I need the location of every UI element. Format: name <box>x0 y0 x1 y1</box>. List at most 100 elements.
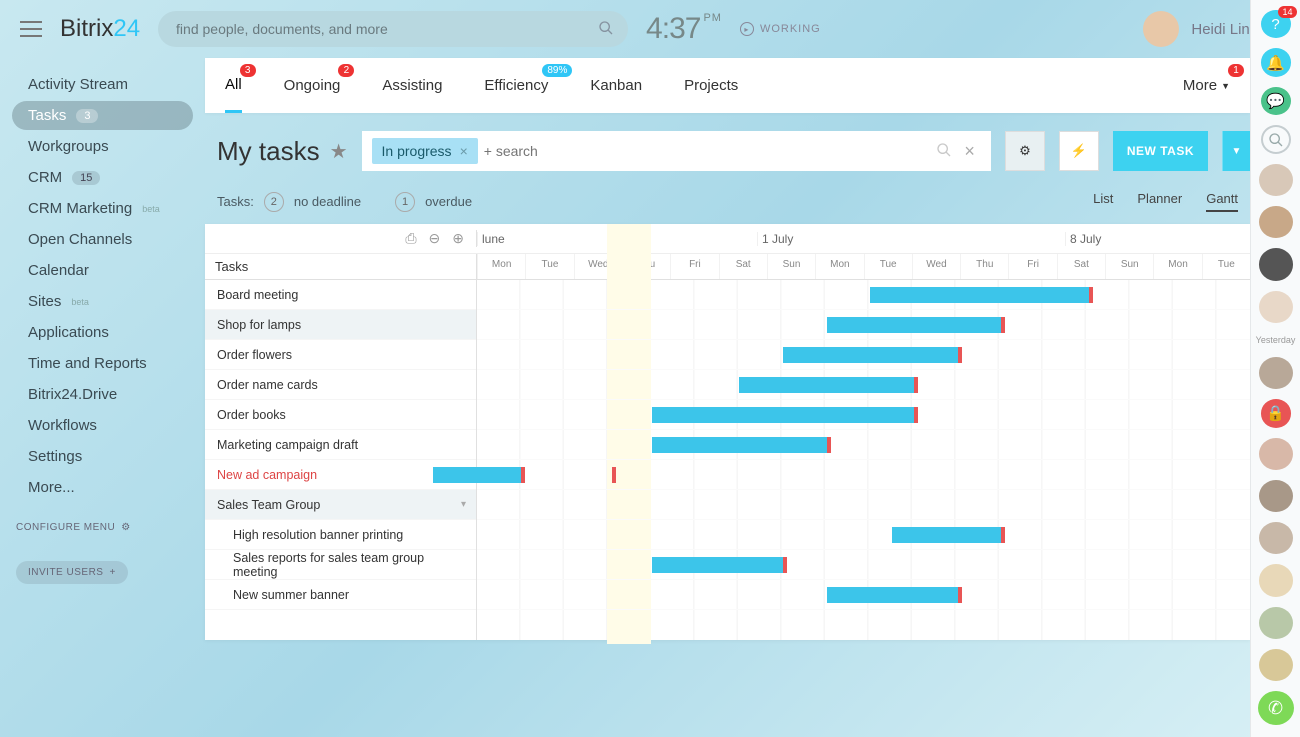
search-rail-button[interactable] <box>1261 125 1291 154</box>
contact-avatar[interactable] <box>1259 522 1293 554</box>
tab-more[interactable]: More ▼ 1 <box>1183 58 1230 113</box>
new-task-button[interactable]: NEW TASK <box>1113 131 1208 171</box>
star-icon[interactable]: ★ <box>330 139 348 164</box>
contact-avatar[interactable] <box>1259 607 1293 639</box>
view-gantt[interactable]: Gantt <box>1206 191 1238 212</box>
notifications-button[interactable]: 🔔 <box>1261 48 1291 76</box>
gantt-bar[interactable] <box>652 437 827 453</box>
tasks-column-header: Tasks <box>205 254 477 279</box>
contact-avatar[interactable] <box>1259 649 1293 681</box>
sidebar-item[interactable]: CRM Marketingbeta <box>12 194 193 223</box>
filter-chip-in-progress[interactable]: In progress × <box>372 138 478 164</box>
day-header: Tue <box>1202 254 1250 279</box>
contact-avatar[interactable] <box>1259 291 1293 323</box>
tab[interactable]: Ongoing2 <box>284 58 341 113</box>
sidebar-item[interactable]: Workgroups <box>12 132 193 161</box>
deadline-marker <box>1001 317 1005 333</box>
gantt-bar[interactable] <box>739 377 914 393</box>
search-icon[interactable] <box>936 142 952 161</box>
gantt-row <box>477 370 1250 400</box>
contact-avatar[interactable] <box>1259 248 1293 280</box>
task-row[interactable]: Sales Team Group <box>205 490 476 520</box>
task-row[interactable]: Order name cards <box>205 370 476 400</box>
chip-remove-icon[interactable]: × <box>460 143 468 159</box>
zoom-out-icon[interactable]: ⊖ <box>429 230 441 247</box>
task-row[interactable]: New summer banner <box>205 580 476 610</box>
contact-avatar[interactable] <box>1259 564 1293 596</box>
user-avatar[interactable] <box>1143 11 1179 47</box>
global-search-input[interactable] <box>176 21 588 37</box>
working-icon: ▸ <box>740 22 754 36</box>
tab[interactable]: Kanban <box>590 58 642 113</box>
clear-filter-icon[interactable]: × <box>964 141 975 162</box>
contact-avatar[interactable] <box>1259 438 1293 470</box>
search-icon[interactable] <box>598 20 614 39</box>
sidebar-item[interactable]: Bitrix24.Drive <box>12 380 193 409</box>
sidebar-item[interactable]: Settings <box>12 442 193 471</box>
gantt-bar[interactable] <box>433 467 520 483</box>
sidebar-item[interactable]: Calendar <box>12 256 193 285</box>
contact-avatar[interactable] <box>1259 164 1293 196</box>
invite-users-button[interactable]: INVITE USERS + <box>16 561 128 584</box>
gantt-bar[interactable] <box>783 347 958 363</box>
sidebar-item[interactable]: Sitesbeta <box>12 287 193 316</box>
gantt-bar[interactable] <box>827 587 958 603</box>
gantt-bar[interactable] <box>652 557 783 573</box>
overdue-label[interactable]: overdue <box>425 194 472 209</box>
settings-button[interactable]: ⚙ <box>1005 131 1045 171</box>
no-deadline-label[interactable]: no deadline <box>294 194 361 209</box>
view-list[interactable]: List <box>1093 191 1113 212</box>
tab[interactable]: Projects <box>684 58 738 113</box>
task-row[interactable]: Marketing campaign draft <box>205 430 476 460</box>
sidebar-item[interactable]: Applications <box>12 318 193 347</box>
filter-search-input[interactable] <box>484 143 931 159</box>
task-row[interactable]: Shop for lamps <box>205 310 476 340</box>
gantt-bar[interactable] <box>827 317 1002 333</box>
task-row[interactable]: High resolution banner printing <box>205 520 476 550</box>
task-row[interactable]: Board meeting <box>205 280 476 310</box>
sidebar-item[interactable]: Workflows <box>12 411 193 440</box>
new-task-dropdown[interactable]: ▼ <box>1222 131 1250 171</box>
gantt-bar[interactable] <box>892 527 1001 543</box>
sidebar-item[interactable]: Open Channels <box>12 225 193 254</box>
no-deadline-count[interactable]: 2 <box>264 192 284 212</box>
filter-box[interactable]: In progress × × <box>362 131 991 171</box>
gantt-row <box>477 400 1250 430</box>
automation-button[interactable]: ⚡ <box>1059 131 1099 171</box>
task-row[interactable]: Order books <box>205 400 476 430</box>
sidebar-item[interactable]: Tasks3 <box>12 101 193 130</box>
day-header: Sun <box>1105 254 1153 279</box>
month-label: 8 July <box>1065 232 1250 246</box>
tab[interactable]: All3 <box>225 58 242 113</box>
global-search[interactable] <box>158 11 628 47</box>
overdue-count[interactable]: 1 <box>395 192 415 212</box>
working-status[interactable]: ▸ WORKING <box>740 22 821 36</box>
deadline-marker <box>958 587 962 603</box>
view-planner[interactable]: Planner <box>1137 191 1182 212</box>
sidebar-item[interactable]: CRM15 <box>12 163 193 192</box>
month-label: 1 July <box>757 232 1065 246</box>
chevron-down-icon: ▼ <box>1221 81 1230 91</box>
sidebar: Activity StreamTasks3WorkgroupsCRM15CRM … <box>0 58 205 737</box>
lock-button[interactable]: 🔒 <box>1261 399 1291 427</box>
sidebar-item[interactable]: More... <box>12 473 193 502</box>
print-icon[interactable]: ⎙ <box>405 230 416 247</box>
contact-avatar[interactable] <box>1259 357 1293 389</box>
task-row[interactable]: Sales reports for sales team group meeti… <box>205 550 476 580</box>
contact-avatar[interactable] <box>1259 206 1293 238</box>
sidebar-item[interactable]: Activity Stream <box>12 70 193 99</box>
configure-menu-button[interactable]: CONFIGURE MENU ⚙ <box>16 522 189 533</box>
chat-button[interactable]: 💬 <box>1261 87 1291 115</box>
gantt-bar[interactable] <box>652 407 914 423</box>
contact-avatar[interactable] <box>1259 480 1293 512</box>
help-button[interactable]: ?14 <box>1261 10 1291 38</box>
tab[interactable]: Efficiency89% <box>484 58 548 113</box>
phone-button[interactable]: ✆ <box>1258 691 1294 725</box>
tab[interactable]: Assisting <box>382 58 442 113</box>
zoom-in-icon[interactable]: ⊕ <box>452 230 464 247</box>
hamburger-icon[interactable] <box>20 21 42 37</box>
sidebar-item[interactable]: Time and Reports <box>12 349 193 378</box>
day-header: Mon <box>815 254 863 279</box>
gantt-bar[interactable] <box>870 287 1089 303</box>
task-row[interactable]: Order flowers <box>205 340 476 370</box>
